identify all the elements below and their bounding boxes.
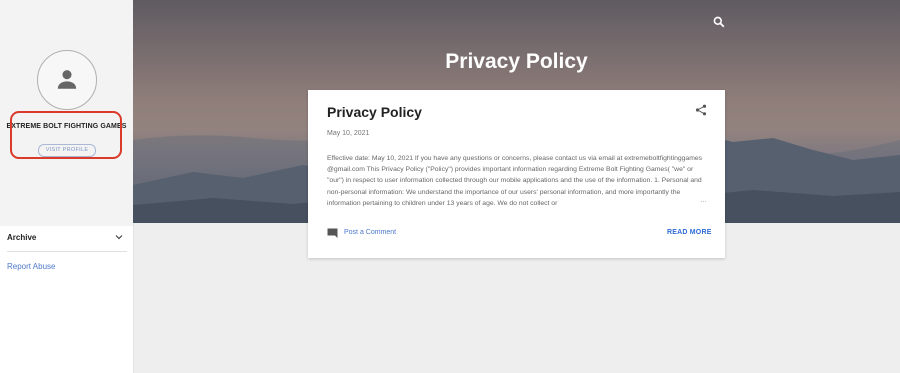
search-icon[interactable] <box>713 16 725 28</box>
chevron-down-icon[interactable] <box>114 232 124 242</box>
page-title: Privacy Policy <box>445 50 588 73</box>
post-date: May 10, 2021 <box>327 130 370 137</box>
post-title[interactable]: Privacy Policy <box>327 104 422 120</box>
snippet-ellipsis: … <box>700 197 707 204</box>
profile-section: EXTREME BOLT FIGHTING GAMES VISIT PROFIL… <box>0 0 133 226</box>
sidebar: EXTREME BOLT FIGHTING GAMES VISIT PROFIL… <box>0 0 134 373</box>
share-icon[interactable] <box>695 104 707 116</box>
snippet-fade <box>608 196 711 208</box>
post-comment-link[interactable]: Post a Comment <box>344 229 396 236</box>
divider <box>7 251 127 252</box>
archive-heading[interactable]: Archive <box>7 233 36 242</box>
report-abuse-link[interactable]: Report Abuse <box>7 262 55 271</box>
person-icon <box>57 70 77 89</box>
read-more-link[interactable]: READ MORE <box>667 229 712 236</box>
post-card: Privacy Policy May 10, 2021 Effective da… <box>308 90 725 258</box>
highlight-outline <box>10 111 122 159</box>
comment-icon[interactable] <box>327 228 338 238</box>
avatar[interactable] <box>37 50 97 110</box>
